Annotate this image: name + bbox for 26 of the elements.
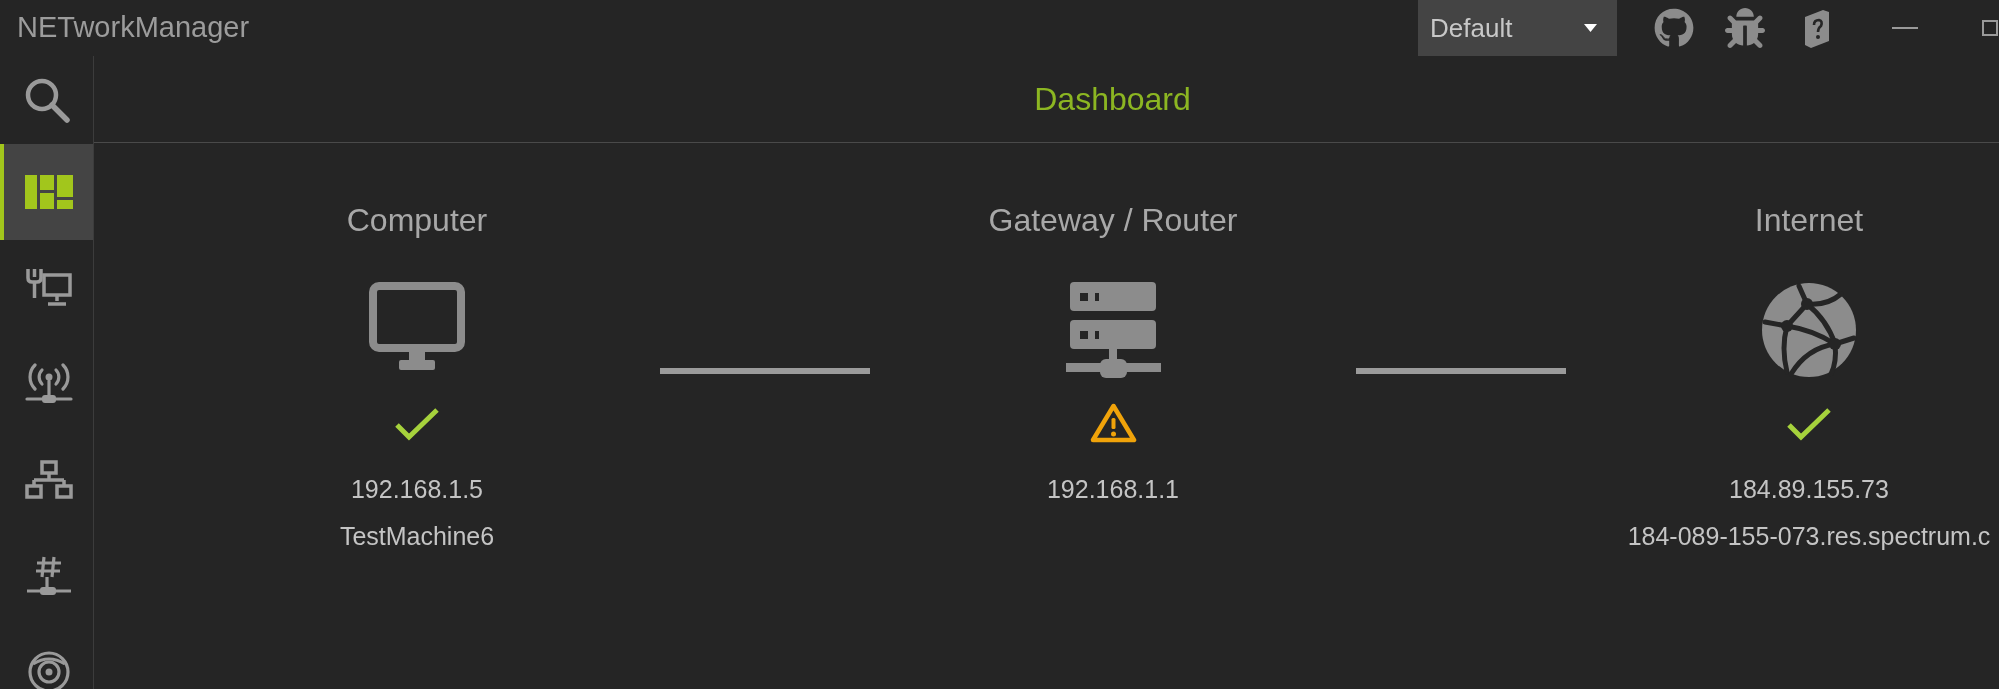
bug-icon[interactable]: [1725, 8, 1765, 48]
maximize-icon[interactable]: [1982, 20, 1998, 36]
node-title: Computer: [346, 201, 488, 240]
book-question-icon[interactable]: [1802, 8, 1832, 48]
server-icon: [1065, 282, 1161, 378]
sitemap-icon: [24, 460, 73, 500]
github-icon[interactable]: [1654, 8, 1694, 48]
antenna-icon: [24, 363, 73, 405]
monitor-icon: [369, 282, 465, 370]
page-title: Dashboard: [1034, 80, 1191, 119]
hash-network-icon: [24, 555, 73, 597]
host-name: TestMachine6: [339, 521, 495, 552]
nav-item[interactable]: [0, 144, 93, 240]
window-title: NETworkManager: [17, 10, 250, 46]
search-icon: [23, 77, 70, 123]
node-title: Gateway / Router: [988, 201, 1238, 240]
profile-dropdown[interactable]: Default: [1418, 0, 1617, 56]
monitor-plug-icon: [24, 268, 73, 308]
host-name: 184-089-155-073.res.spectrum.c: [1627, 521, 1991, 552]
caret-icon: [1584, 24, 1597, 32]
ip-address: 192.168.1.5: [350, 474, 484, 505]
ip-address: 192.168.1.1: [1046, 474, 1180, 505]
tiles-icon: [24, 175, 73, 209]
node-title: Internet: [1754, 201, 1864, 240]
ip-address: 184.89.155.73: [1729, 474, 1889, 505]
globe-icon: [1761, 282, 1857, 378]
